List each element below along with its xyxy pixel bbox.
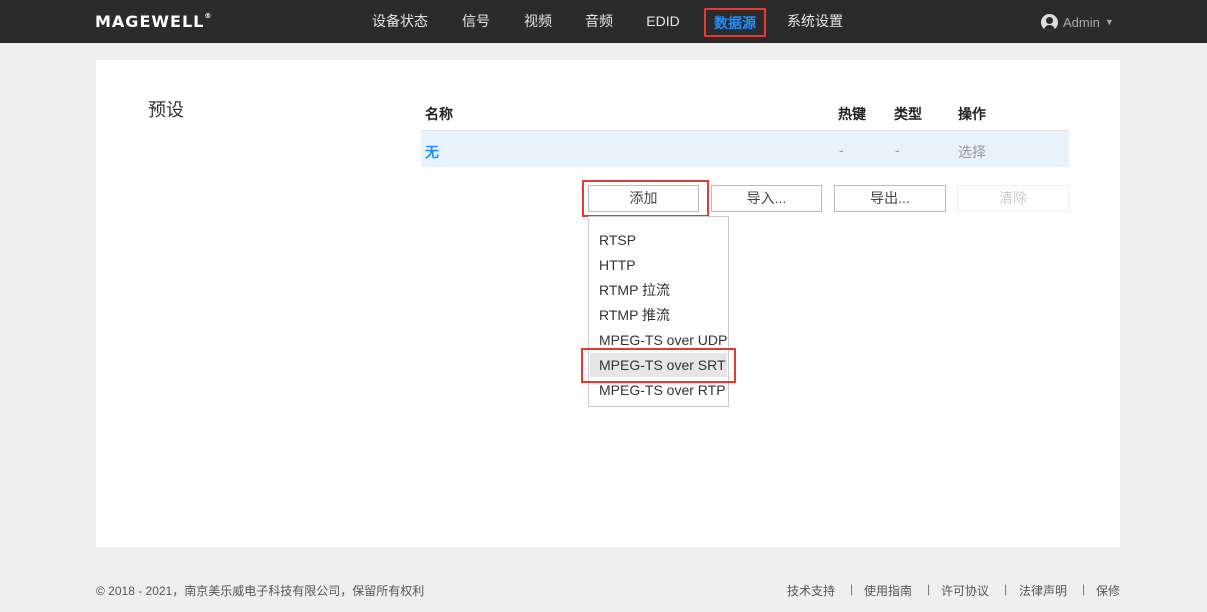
add-source-menu: RTSP HTTP RTMP 拉流 RTMP 推流 MPEG-TS over U… <box>588 216 729 407</box>
add-button[interactable]: 添加 <box>588 185 699 212</box>
magewell-logo[interactable]: MAGEWELL® <box>95 12 212 31</box>
row-select-action[interactable]: 选择 <box>958 142 986 162</box>
nav-data-source[interactable]: 数据源 <box>704 8 766 37</box>
user-menu[interactable]: Admin ▼ <box>1041 12 1114 32</box>
footer-separator: | <box>850 582 854 596</box>
menu-item-rtmp-push[interactable]: RTMP 推流 <box>590 303 727 327</box>
row-name: 无 <box>425 144 439 160</box>
top-navbar: MAGEWELL® 设备状态 信号 视频 音频 EDID 数据源 系统设置 Ad… <box>0 0 1207 43</box>
footer-link-guide[interactable]: 使用指南 <box>864 582 912 599</box>
footer-link-support[interactable]: 技术支持 <box>787 582 835 599</box>
column-header-name: 名称 <box>425 106 453 122</box>
clear-button[interactable]: 清除 <box>957 185 1069 212</box>
footer-copyright: © 2018 - 2021，南京美乐威电子科技有限公司，保留所有权利 <box>96 584 425 598</box>
nav-system-settings[interactable]: 系统设置 <box>786 8 844 37</box>
user-name: Admin <box>1063 14 1100 30</box>
nav-audio[interactable]: 音频 <box>584 8 614 37</box>
column-header-action: 操作 <box>958 106 986 122</box>
column-header-hotkey: 热键 <box>838 106 866 122</box>
export-button[interactable]: 导出... <box>834 185 946 212</box>
footer-separator: | <box>927 582 931 596</box>
logo-text: MAGEWELL <box>95 12 205 31</box>
footer-link-legal[interactable]: 法律声明 <box>1019 582 1067 599</box>
caret-down-icon: ▼ <box>1104 17 1114 27</box>
menu-item-mpegts-srt[interactable]: MPEG-TS over SRT <box>590 353 727 377</box>
menu-item-mpegts-udp[interactable]: MPEG-TS over UDP <box>590 328 727 352</box>
row-type: - <box>895 142 900 158</box>
user-avatar-icon <box>1041 13 1058 31</box>
row-hotkey: - <box>839 142 844 158</box>
footer-link-warranty[interactable]: 保修 <box>1096 582 1120 599</box>
menu-item-rtsp[interactable]: RTSP <box>590 228 727 252</box>
menu-item-http[interactable]: HTTP <box>590 253 727 277</box>
nav-video[interactable]: 视频 <box>523 8 553 37</box>
footer-separator: | <box>1082 582 1086 596</box>
menu-item-rtmp-pull[interactable]: RTMP 拉流 <box>590 278 727 302</box>
nav-device-status[interactable]: 设备状态 <box>372 8 428 37</box>
nav-edid[interactable]: EDID <box>644 8 682 37</box>
section-title: 预设 <box>148 100 184 120</box>
menu-item-mpegts-rtp[interactable]: MPEG-TS over RTP <box>590 378 727 402</box>
import-button[interactable]: 导入... <box>711 185 822 212</box>
nav-signal[interactable]: 信号 <box>461 8 491 37</box>
footer-separator: | <box>1004 582 1008 596</box>
column-header-type: 类型 <box>894 106 922 122</box>
logo-registered-mark: ® <box>204 12 213 20</box>
footer-link-license[interactable]: 许可协议 <box>941 582 989 599</box>
